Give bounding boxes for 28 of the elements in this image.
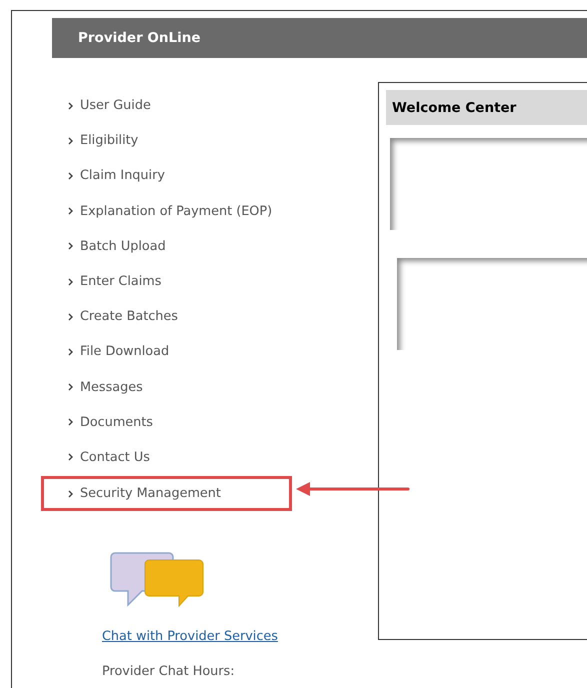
chevron-icon <box>68 383 73 392</box>
nav-link[interactable]: Explanation of Payment (EOP) <box>80 204 272 219</box>
chevron-icon <box>68 348 73 356</box>
chevron-icon <box>68 136 73 145</box>
chat-link[interactable]: Chat with Provider Services <box>102 629 278 644</box>
nav-link[interactable]: Create Batches <box>80 309 178 324</box>
chat-hours-label: Provider Chat Hours: <box>102 664 236 680</box>
nav-link[interactable]: Eligibility <box>80 133 138 148</box>
chevron-icon <box>68 242 73 250</box>
nav-link[interactable]: Contact Us <box>80 450 150 465</box>
chevron-icon <box>68 172 73 180</box>
nav-link[interactable]: User Guide <box>80 98 151 114</box>
chevron-icon <box>68 453 73 462</box>
nav-link[interactable]: Batch Upload <box>80 238 166 254</box>
nav-link[interactable]: Documents <box>80 414 153 430</box>
nav-link[interactable]: File Download <box>80 344 170 360</box>
nav-link[interactable]: Claim Inquiry <box>80 168 165 184</box>
nav-link[interactable]: Enter Claims <box>80 274 162 290</box>
chevron-icon <box>68 312 73 321</box>
chevron-icon <box>68 418 73 426</box>
nav-link[interactable]: Messages <box>80 380 143 395</box>
panel-title: Welcome Center <box>392 100 516 116</box>
chevron-icon <box>68 102 73 110</box>
chevron-icon <box>68 207 73 216</box>
nav-link[interactable]: Security Management <box>80 486 221 502</box>
chevron-icon <box>68 490 73 498</box>
site-title: Provider OnLine <box>78 30 201 46</box>
chevron-icon <box>68 278 73 286</box>
